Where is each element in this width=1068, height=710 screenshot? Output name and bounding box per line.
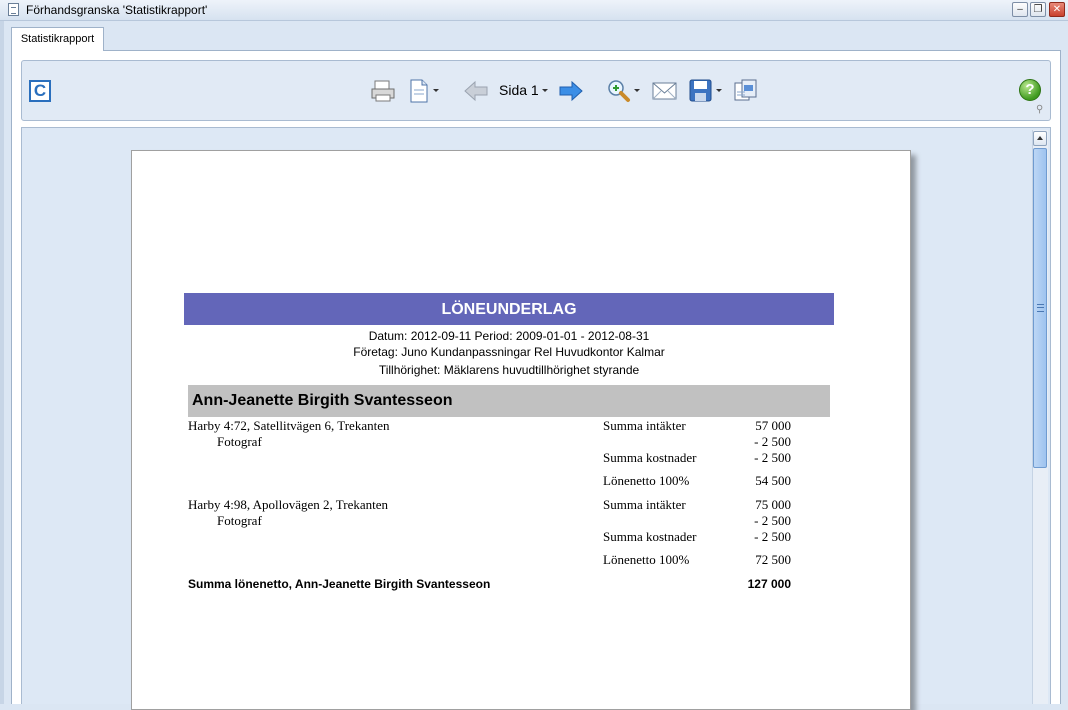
total-net-amount: 127 000: [747, 577, 791, 591]
cost-amount: - 2 500: [754, 529, 791, 544]
minimize-icon[interactable]: –: [1012, 2, 1028, 17]
zoom-dropdown-icon[interactable]: [634, 89, 640, 92]
next-page-icon[interactable]: [558, 80, 584, 102]
zoom-icon[interactable]: [606, 78, 632, 104]
page-dropdown-icon[interactable]: [542, 89, 548, 92]
title-bar: Förhandsgranska 'Statistikrapport' – ❐ ✕: [0, 0, 1068, 21]
property-address: Harby 4:98, Apollovägen 2, Trekanten: [188, 497, 389, 512]
page-setup-icon[interactable]: [408, 78, 430, 104]
window-left-edge: [0, 0, 4, 704]
previous-page-icon[interactable]: [463, 80, 489, 102]
document-icon: [8, 3, 19, 16]
deduction-amount: - 2 500: [754, 434, 791, 449]
tab-label: Statistikrapport: [20, 33, 95, 45]
email-icon[interactable]: [652, 80, 678, 102]
income-amount: 57 000: [755, 418, 791, 433]
scroll-thumb[interactable]: [1033, 148, 1047, 468]
report-title: LÖNEUNDERLAG: [184, 293, 834, 325]
property-role: Fotograf: [217, 434, 262, 449]
net-amount: 54 500: [755, 473, 791, 488]
cost-amount: - 2 500: [754, 450, 791, 465]
person-name: Ann-Jeanette Birgith Svantesseon: [192, 392, 453, 409]
report-affiliation: Tillhörighet: Mäklarens huvudtillhörighe…: [378, 363, 640, 377]
scroll-grip-icon: [1037, 304, 1044, 312]
close-icon[interactable]: ✕: [1049, 2, 1065, 17]
restore-icon[interactable]: ❐: [1030, 2, 1046, 17]
page-label: Sida 1: [499, 82, 539, 98]
total-net-label: Summa lönenetto, Ann-Jeanette Birgith Sv…: [188, 577, 491, 591]
pin-icon[interactable]: ⚲: [1036, 104, 1046, 116]
net-amount: 72 500: [755, 552, 791, 567]
deduction-amount: - 2 500: [754, 513, 791, 528]
help-icon[interactable]: ?: [1019, 79, 1041, 101]
window-title: Förhandsgranska 'Statistikrapport': [26, 3, 208, 17]
save-dropdown-icon[interactable]: [716, 89, 722, 92]
save-icon[interactable]: [689, 79, 713, 103]
export-icon[interactable]: [733, 78, 759, 104]
income-amount: 75 000: [755, 497, 791, 512]
c-logo-icon: C: [29, 80, 51, 102]
page-indicator[interactable]: Sida 1: [499, 82, 539, 98]
page-setup-dropdown-icon[interactable]: [433, 89, 439, 92]
property-role: Fotograf: [217, 513, 262, 528]
tab-statistikrapport[interactable]: Statistikrapport: [11, 27, 104, 51]
report-date-period: Datum: 2012-09-11 Period: 2009-01-01 - 2…: [368, 329, 650, 343]
property-address: Harby 4:72, Satellitvägen 6, Trekanten: [188, 418, 390, 433]
report-page: LÖNEUNDERLAG Datum: 2012-09-11 Period: 2…: [131, 150, 911, 710]
printer-icon[interactable]: [370, 79, 396, 103]
report-company: Företag: Juno Kundanpassningar Rel Huvud…: [353, 345, 665, 359]
person-name-bar: Ann-Jeanette Birgith Svantesseon: [188, 385, 830, 417]
scroll-up-icon[interactable]: [1033, 131, 1047, 146]
